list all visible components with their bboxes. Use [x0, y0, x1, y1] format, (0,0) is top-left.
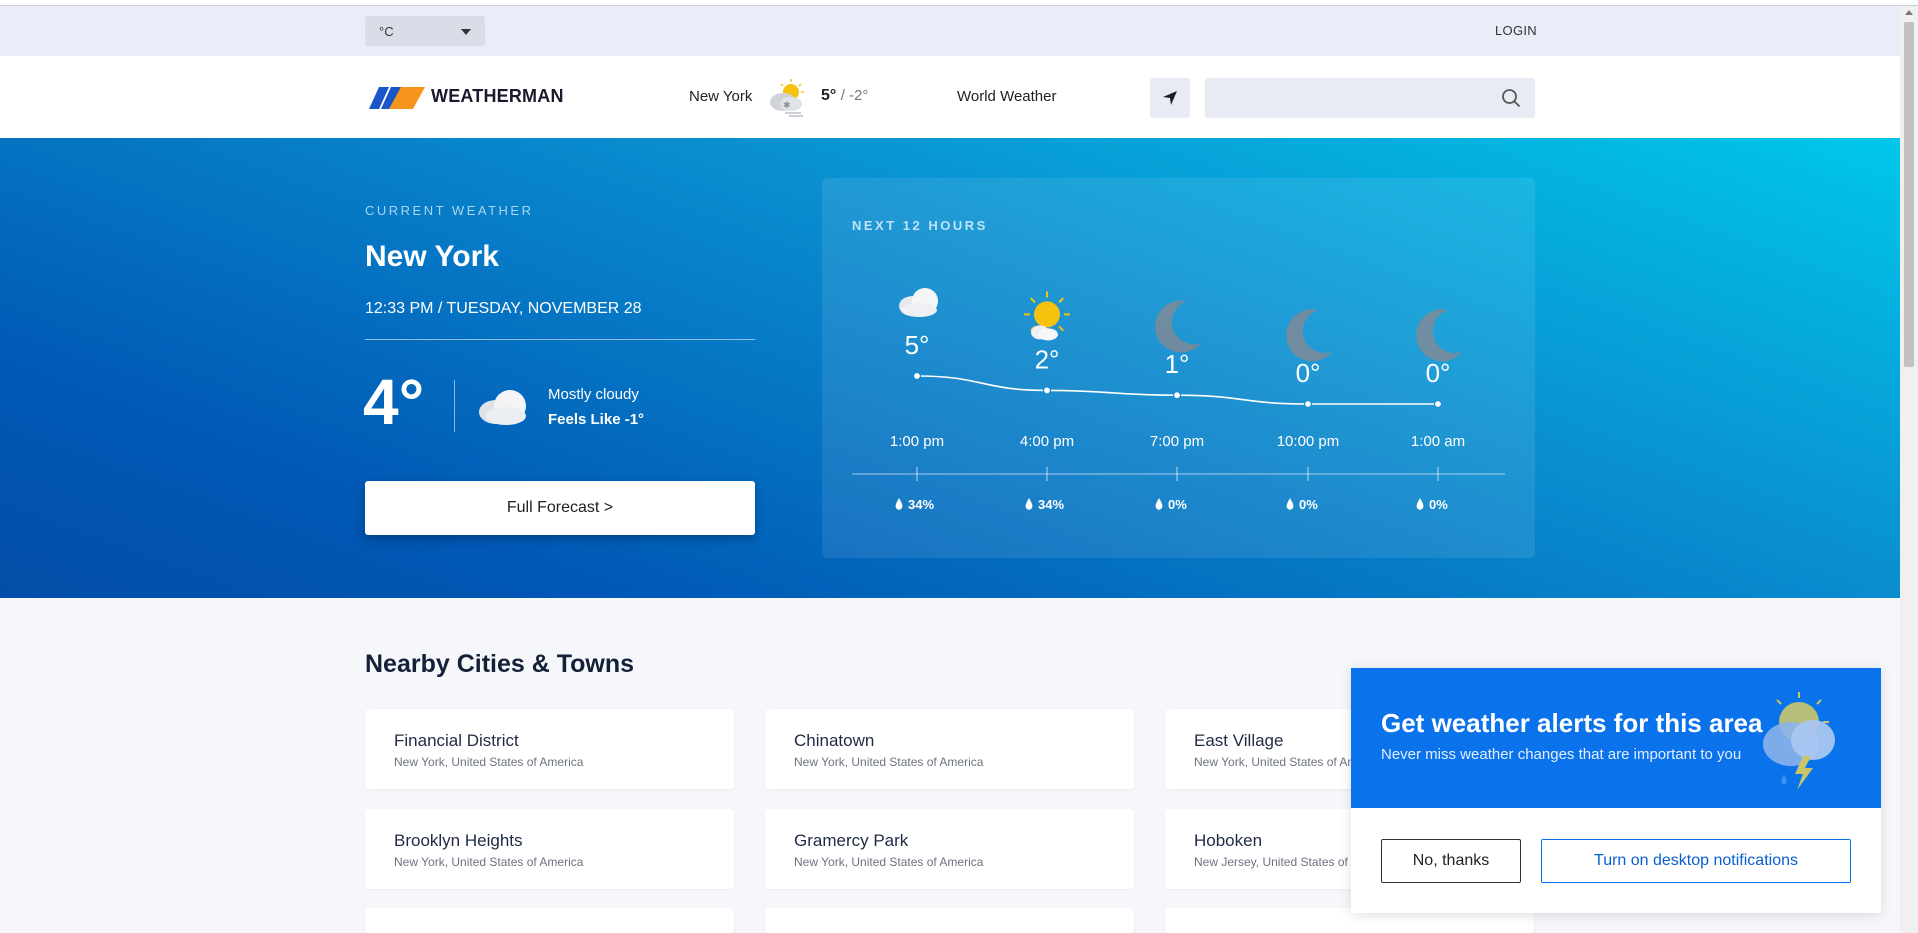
raindrop-icon	[1286, 498, 1294, 510]
alerts-popup: Get weather alerts for this area Never m…	[1351, 668, 1881, 913]
cloud-icon	[479, 390, 526, 425]
current-datetime: 12:33 PM / TUESDAY, NOVEMBER 28	[365, 300, 642, 317]
scrollbar[interactable]	[1900, 6, 1918, 933]
raindrop-icon	[1025, 498, 1033, 510]
city-region: New York, United States of America	[794, 855, 984, 869]
search-input[interactable]	[1205, 78, 1485, 118]
world-weather-link[interactable]: World Weather	[957, 88, 1057, 105]
city-name: East Village	[1194, 731, 1284, 750]
city-card[interactable]	[365, 908, 734, 933]
precip-chance: 0%	[1299, 497, 1318, 512]
location-arrow-icon	[1163, 91, 1177, 105]
temp-point	[1303, 399, 1313, 409]
chevron-down-icon	[461, 29, 471, 35]
hourly-forecast-panel: NEXT 12 HOURS 5° 1:00 pm 34% 2° 4:00 pm 34% 1°…	[822, 178, 1535, 558]
hour-temp: 2°	[1035, 344, 1060, 374]
precip-chance: 0%	[1168, 497, 1187, 512]
temp-point	[1042, 386, 1052, 395]
site-header: WEATHERMAN New York ✱ 5° / -2° World Wea…	[0, 56, 1900, 138]
header-temp: 5° / -2°	[821, 87, 868, 105]
temp-point	[1433, 399, 1443, 409]
feels-like: Feels Like -1°	[548, 411, 645, 428]
scroll-up-arrow-icon[interactable]	[1905, 10, 1913, 15]
hour-time: 4:00 pm	[1020, 433, 1074, 450]
header-low: / -2°	[840, 87, 869, 104]
search-icon[interactable]	[1501, 88, 1521, 108]
temperature-line	[916, 375, 1438, 405]
vertical-divider	[454, 380, 455, 432]
hour-temp: 0°	[1426, 358, 1451, 388]
hour-time: 10:00 pm	[1277, 433, 1340, 450]
full-forecast-button[interactable]: Full Forecast >	[365, 481, 755, 535]
city-region: New York, United States of America	[394, 855, 584, 869]
precip-chance: 0%	[1429, 497, 1448, 512]
precip-chance: 34%	[908, 497, 934, 512]
brand-name: WEATHERMAN	[431, 85, 564, 106]
moon-icon	[1286, 309, 1332, 362]
city-name: Financial District	[394, 731, 519, 750]
city-name: Chinatown	[794, 731, 875, 750]
moon-icon	[1416, 309, 1462, 362]
logo-mark-icon	[369, 87, 425, 109]
current-condition: Mostly cloudy	[548, 386, 639, 403]
alerts-subtitle: Never miss weather changes that are impo…	[1381, 746, 1742, 763]
svg-text:✱: ✱	[783, 101, 791, 111]
city-card[interactable]: Gramercy Park New York, United States of…	[765, 809, 1134, 889]
precip-chance: 34%	[1038, 497, 1064, 512]
current-city: New York	[365, 240, 499, 273]
search-box	[1205, 78, 1535, 118]
city-card[interactable]	[765, 908, 1134, 933]
hour-time: 1:00 am	[1411, 433, 1465, 450]
current-weather-label: CURRENT WEATHER	[365, 203, 534, 218]
logo[interactable]: WEATHERMAN	[365, 80, 564, 112]
city-name: Brooklyn Heights	[394, 831, 523, 850]
raindrop-icon	[1155, 498, 1163, 510]
raindrop-icon	[1416, 498, 1424, 510]
city-card[interactable]: Brooklyn Heights New York, United States…	[365, 809, 734, 889]
temp-point	[912, 371, 922, 381]
city-name: Gramercy Park	[794, 831, 909, 850]
hour-time: 7:00 pm	[1150, 433, 1204, 450]
hour-temp: 1°	[1165, 349, 1190, 379]
city-card[interactable]: Financial District New York, United Stat…	[365, 709, 734, 789]
sun-cloud-icon	[1024, 291, 1070, 341]
nearby-title: Nearby Cities & Towns	[365, 650, 635, 678]
locate-button[interactable]	[1150, 78, 1190, 118]
city-name: Hoboken	[1194, 831, 1263, 850]
divider	[365, 339, 755, 340]
login-link[interactable]: LOGIN	[1495, 23, 1537, 38]
hero-section: CURRENT WEATHER New York 12:33 PM / TUES…	[0, 138, 1900, 598]
storm-cloud-icon	[1763, 692, 1835, 790]
city-region: New York, United States of America	[394, 755, 584, 769]
city-region: New York, United States of America	[794, 755, 984, 769]
header-high: 5°	[821, 87, 837, 104]
raindrop-icon	[895, 498, 903, 510]
hourly-chart: 5° 1:00 pm 34% 2° 4:00 pm 34% 1° 7:00 pm 0% 0° 10:…	[852, 288, 1505, 512]
city-card[interactable]: Chinatown New York, United States of Ame…	[765, 709, 1134, 789]
scrollbar-thumb[interactable]	[1904, 22, 1914, 367]
hour-time: 1:00 pm	[890, 433, 944, 450]
temp-point	[1172, 391, 1182, 400]
unit-select-value: °C	[379, 24, 394, 39]
current-temp: 4°	[363, 366, 425, 438]
unit-select[interactable]: °C	[365, 16, 485, 46]
hour-temp: 5°	[905, 330, 930, 360]
enable-notifications-button[interactable]: Turn on desktop notifications	[1541, 839, 1851, 883]
hour-temp: 0°	[1296, 358, 1321, 388]
header-city[interactable]: New York	[689, 88, 752, 105]
utility-bar: °C LOGIN	[0, 6, 1900, 56]
sun-snow-cloud-icon: ✱	[770, 79, 804, 117]
alerts-title: Get weather alerts for this area	[1381, 708, 1763, 738]
no-thanks-button[interactable]: No, thanks	[1381, 839, 1521, 883]
alerts-popup-banner: Get weather alerts for this area Never m…	[1351, 668, 1881, 808]
moon-icon	[1155, 300, 1201, 353]
cloud-icon	[899, 288, 938, 317]
